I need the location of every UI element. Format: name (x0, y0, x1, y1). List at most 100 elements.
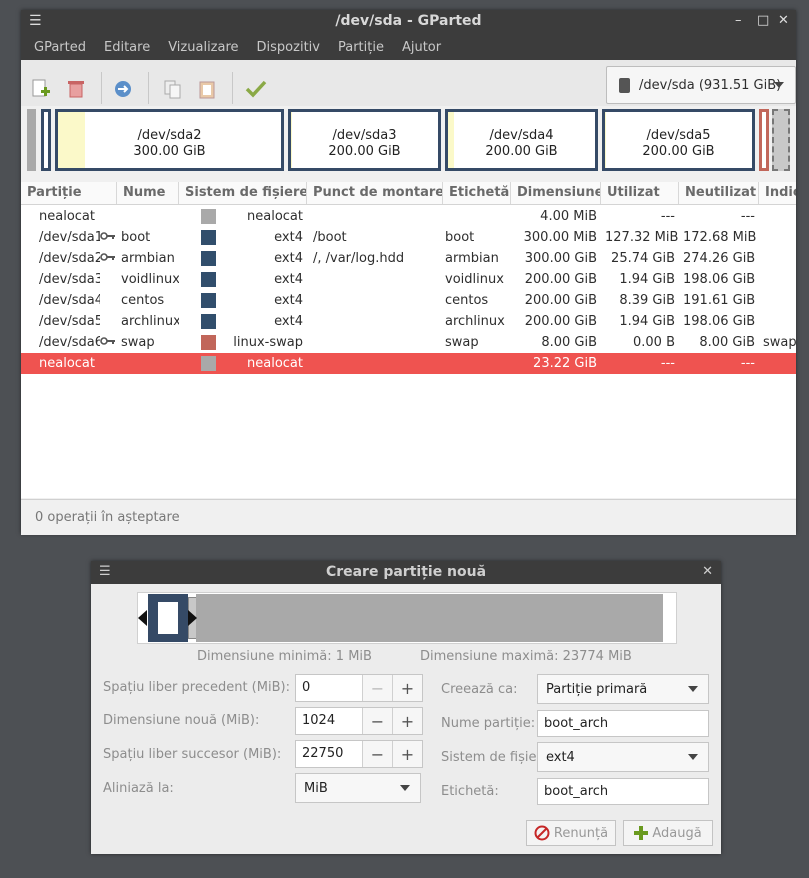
key-icon (100, 251, 117, 266)
cell-size: 200.00 GiB (524, 293, 597, 308)
dialog-close-icon[interactable]: ✕ (702, 564, 713, 579)
menu-partitie[interactable]: Partiție (329, 40, 393, 55)
col-mountpoint[interactable]: Punct de montare (307, 182, 443, 204)
free-before-input[interactable]: 0 (296, 675, 362, 701)
col-partition[interactable]: Partiție (21, 182, 117, 204)
right-handle-icon[interactable] (188, 610, 197, 626)
key-icon (100, 335, 117, 350)
cell-used: 1.94 GiB (619, 314, 675, 329)
free-after-input[interactable]: 22750 (296, 741, 362, 767)
apply-icon[interactable] (245, 78, 267, 100)
col-size[interactable]: Dimensiune (511, 182, 601, 204)
list-header: Partiție Nume Sistem de fișiere Punct de… (21, 182, 796, 205)
minus-icon[interactable]: − (362, 675, 392, 701)
new-size-label: Dimensiune nouă (MiB): (103, 713, 260, 728)
new-size-input[interactable]: 1024 (296, 708, 362, 734)
table-row[interactable]: nealocat nealocat 23.22 GiB --- --- (21, 353, 796, 374)
chevron-down-icon (400, 785, 410, 791)
new-size-spinner[interactable]: 1024 − + (295, 707, 423, 735)
partition-size: 200.00 GiB (485, 144, 558, 159)
minus-icon[interactable]: − (362, 708, 392, 734)
cell-size: 23.22 GiB (533, 356, 597, 371)
cell-filesystem: ext4 (274, 272, 303, 287)
plus-icon[interactable]: + (392, 741, 422, 767)
device-selector[interactable]: /dev/sda (931.51 GiB) (606, 66, 796, 104)
table-row[interactable]: /dev/sda2 armbian ext4 /, /var/log.hdd armbi… (21, 248, 796, 269)
diskmap-unallocated-selected[interactable] (772, 109, 790, 171)
create-as-select[interactable]: Partiție primară (537, 674, 709, 704)
copy-icon[interactable] (162, 78, 184, 100)
diskmap-sda2[interactable]: /dev/sda2 300.00 GiB (55, 109, 284, 171)
menu-editare[interactable]: Editare (95, 40, 159, 55)
chevron-down-icon (688, 686, 698, 692)
min-size-text: Dimensiune minimă: 1 MiB (197, 649, 372, 664)
fs-color-swatch (201, 356, 216, 371)
col-filesystem[interactable]: Sistem de fișiere (179, 182, 307, 204)
new-partition-inner (158, 602, 178, 634)
filesystem-select[interactable]: ext4 (537, 742, 709, 772)
resize-move-icon[interactable] (112, 78, 134, 100)
menu-ajutor[interactable]: Ajutor (393, 40, 450, 55)
diskmap-sda1[interactable] (41, 109, 51, 171)
table-row[interactable]: /dev/sda3 voidlinux ext4 voidlinux 200.00 Gi… (21, 269, 796, 290)
col-flags[interactable]: Indic (759, 182, 796, 204)
minimize-icon[interactable]: – (735, 13, 742, 28)
plus-icon[interactable]: + (392, 675, 422, 701)
free-before-spinner[interactable]: 0 − + (295, 674, 423, 702)
table-row[interactable]: /dev/sda4 centos ext4 centos 200.00 GiB 8.39 … (21, 290, 796, 311)
dialog-title: Creare partiție nouă (325, 564, 487, 580)
cell-partition: /dev/sda6 (39, 335, 100, 350)
close-icon[interactable]: ✕ (778, 13, 789, 28)
free-after-spinner[interactable]: 22750 − + (295, 740, 423, 768)
cell-name: swap (121, 335, 155, 350)
cell-mountpoint: /boot (313, 230, 347, 245)
create-as-value: Partiție primară (546, 681, 648, 697)
disk-icon (619, 77, 630, 93)
left-handle-icon[interactable] (138, 610, 147, 626)
col-name[interactable]: Nume (117, 182, 179, 204)
menu-bar: GParted Editare Vizualizare Dispozitiv P… (21, 34, 796, 60)
new-icon[interactable] (30, 78, 52, 100)
cell-fs-color (179, 230, 217, 245)
col-used[interactable]: Utilizat (601, 182, 679, 204)
table-row[interactable]: /dev/sda5 archlinux ext4 archlinux 200.00 Gi… (21, 311, 796, 332)
cancel-button[interactable]: Renunță (526, 820, 616, 846)
cell-label: armbian (445, 251, 499, 266)
window-title: /dev/sda - GParted (335, 13, 482, 29)
create-as-label: Creează ca: (441, 682, 518, 697)
plus-icon[interactable]: + (392, 708, 422, 734)
diskmap-sda5[interactable]: /dev/sda5 200.00 GiB (602, 109, 755, 171)
menu-vizualizare[interactable]: Vizualizare (159, 40, 247, 55)
diskmap-unallocated-start[interactable] (27, 109, 36, 171)
table-row[interactable]: /dev/sda1 boot ext4/boot boot 300.00 MiB 127.… (21, 227, 796, 248)
partition-name-input[interactable]: boot_arch (537, 710, 709, 737)
table-row[interactable]: /dev/sda6 swap linux-swap swap 8.00 GiB 0.00 … (21, 332, 796, 353)
cell-used: 1.94 GiB (619, 272, 675, 287)
device-label: /dev/sda (931.51 GiB) (639, 77, 782, 93)
cell-label: voidlinux (445, 272, 504, 287)
partition-slider[interactable] (137, 592, 677, 644)
cell-unused: 198.06 GiB (683, 314, 756, 329)
cell-label: centos (445, 293, 489, 308)
cell-name: voidlinux (121, 272, 179, 287)
diskmap-sda4[interactable]: /dev/sda4 200.00 GiB (445, 109, 598, 171)
col-label[interactable]: Etichetă (443, 182, 511, 204)
add-button[interactable]: Adaugă (623, 820, 713, 846)
align-select[interactable]: MiB (295, 773, 421, 803)
menu-gparted[interactable]: GParted (25, 40, 95, 55)
maximize-icon[interactable]: □ (757, 13, 769, 28)
label-input[interactable]: boot_arch (537, 778, 709, 805)
menu-dispozitiv[interactable]: Dispozitiv (248, 40, 329, 55)
diskmap-sda6[interactable] (759, 109, 769, 171)
cell-partition: nealocat (39, 209, 95, 224)
paste-icon[interactable] (196, 78, 218, 100)
fs-color-swatch (201, 272, 216, 287)
cell-size: 8.00 GiB (541, 335, 597, 350)
free-after-label: Spațiu liber succesor (MiB): (103, 747, 282, 762)
cell-size: 300.00 GiB (524, 251, 597, 266)
col-unused[interactable]: Neutilizat (679, 182, 759, 204)
table-row[interactable]: nealocat nealocat 4.00 MiB --- --- (21, 206, 796, 227)
delete-icon[interactable] (65, 78, 87, 100)
diskmap-sda3[interactable]: /dev/sda3 200.00 GiB (288, 109, 441, 171)
minus-icon[interactable]: − (362, 741, 392, 767)
